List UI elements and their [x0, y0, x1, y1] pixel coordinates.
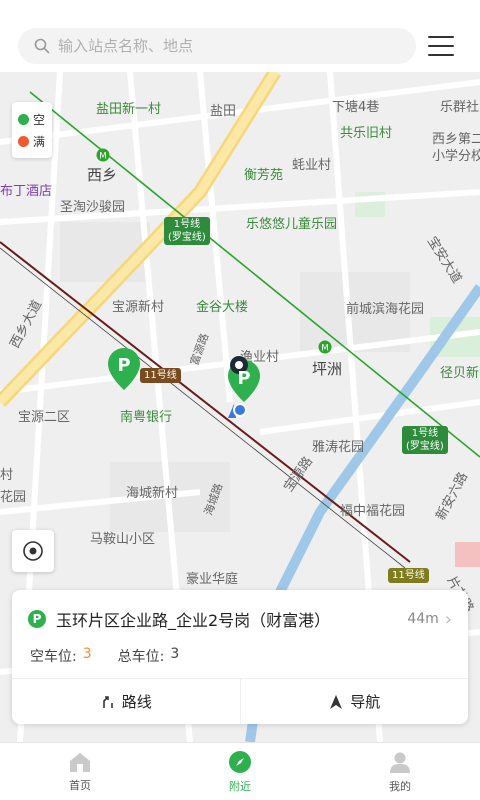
map-label-zhiyecun: 蚝业村: [292, 158, 332, 173]
metro-badge-line1: 1号线 (罗宝线): [164, 217, 210, 245]
top-bar: [0, 0, 480, 72]
navigation-arrow-icon: [330, 694, 343, 709]
map-label-haicheng: 海城新村: [126, 486, 179, 501]
tab-nearby[interactable]: 附近: [160, 743, 320, 800]
search-input[interactable]: [58, 37, 378, 55]
legend-empty-label: 空: [33, 112, 46, 127]
tab-home[interactable]: 首页: [0, 743, 160, 800]
map-label-nanyue-bank: 南粤银行: [120, 410, 173, 425]
map-label-shengtao: 圣淘沙骏园: [60, 200, 126, 215]
parking-marker-selected-icon[interactable]: P: [228, 354, 260, 402]
map-label-fuzhong: 福中福花园: [340, 504, 406, 519]
tab-nearby-label: 附近: [229, 779, 251, 793]
map-label-leyouyou: 乐悠悠儿童乐园: [246, 217, 338, 232]
user-icon: [390, 752, 410, 773]
map-label-jingu: 金谷大楼: [196, 300, 249, 315]
svg-text:M: M: [321, 344, 329, 354]
route-icon: [102, 695, 113, 708]
map-label-baoyuan-erqu: 宝源二区: [18, 410, 71, 425]
map-label-xiatang: 下塘4巷: [332, 100, 380, 115]
target-icon: [23, 541, 43, 561]
tab-mine-label: 我的: [389, 779, 411, 793]
map-label-baoyuan-xincun: 宝源新村: [112, 300, 165, 315]
station-card[interactable]: P 玉环片区企业路_企业2号岗（财富港） 44m › 空车位: 3 总车位: 3…: [12, 590, 468, 724]
metro-badge-line11-b: 11号线: [388, 568, 429, 583]
compass-icon: [229, 750, 251, 773]
map-label-leqiong: 乐群社: [440, 100, 480, 115]
map-label-cun: 村: [0, 468, 14, 483]
metro-station-icon: M: [96, 148, 110, 162]
empty-spaces-label: 空车位:: [30, 649, 77, 665]
map-label-huayuan: 花园: [0, 490, 27, 505]
tab-mine[interactable]: 我的: [320, 743, 480, 800]
legend-empty-dot: [18, 113, 29, 125]
metro-station-icon: M: [318, 340, 332, 354]
map-label-qiancheng: 前城滨海花园: [346, 302, 425, 317]
legend-full: 满: [18, 130, 46, 152]
map-label-jingbei: 径贝新: [440, 366, 480, 381]
user-location-icon: [228, 403, 247, 418]
metro-badge-line1-sub: (罗宝线): [168, 232, 206, 243]
station-distance: 44m: [407, 611, 439, 627]
search-bar[interactable]: [18, 28, 416, 64]
total-spaces-label: 总车位:: [117, 649, 165, 665]
legend-empty: 空: [18, 108, 46, 130]
metro-badge-line1-b: 1号线 (罗宝线): [402, 426, 448, 454]
map-label-hotel: 布丁酒店: [0, 184, 53, 199]
metro-badge-line1-b-sub: (罗宝线): [406, 441, 444, 452]
map-label-yantian-xinyicun: 盐田新一村: [96, 102, 162, 117]
metro-badge-line1-name: 1号线: [173, 219, 201, 230]
svg-text:P: P: [237, 368, 250, 389]
map-label-maanshan: 马鞍山小区: [90, 532, 156, 547]
station-title-row[interactable]: P 玉环片区企业路_企业2号岗（财富港） 44m ›: [28, 608, 452, 630]
parking-marker-icon[interactable]: P: [108, 348, 140, 390]
map-label-xixiang-school2: 小学分校: [432, 149, 480, 164]
legend-full-label: 满: [33, 134, 46, 149]
map-label-haocheng: 豪业华庭: [186, 572, 239, 587]
station-actions: 路线 导航: [12, 678, 468, 724]
chevron-right-icon[interactable]: ›: [445, 609, 452, 630]
map-label-yatao: 雅涛花园: [312, 440, 365, 455]
station-name: 玉环片区企业路_企业2号岗（财富港）: [56, 611, 331, 630]
metro-badge-line11: 11号线: [140, 368, 181, 383]
svg-text:M: M: [99, 152, 107, 162]
locate-button[interactable]: [12, 530, 54, 572]
svg-text:P: P: [117, 355, 130, 376]
map-label-xixiang: 西乡: [87, 166, 118, 184]
map-label-yantian: 盐田: [210, 104, 237, 119]
metro-badge-line1-b-name: 1号线: [411, 428, 439, 439]
tab-home-label: 首页: [69, 778, 91, 792]
route-label: 路线: [121, 693, 152, 711]
station-stats: 空车位: 3 总车位: 3: [30, 646, 179, 666]
map-label-pingzhou: 坪洲: [312, 360, 343, 378]
map-label-gongle: 共乐旧村: [340, 126, 393, 141]
map-legend: 空 满: [12, 102, 52, 158]
parking-badge-icon: P: [28, 610, 46, 628]
home-icon: [70, 752, 90, 772]
bottom-nav: 首页 附近 我的: [0, 742, 480, 800]
total-spaces-value: 3: [170, 646, 180, 662]
search-icon: [34, 38, 50, 54]
map-label-hengfang: 衡芳苑: [244, 168, 284, 183]
route-button[interactable]: 路线: [12, 679, 240, 724]
menu-icon[interactable]: [428, 36, 454, 56]
empty-spaces-value: 3: [82, 646, 92, 662]
legend-full-dot: [18, 135, 29, 147]
navigate-label: 导航: [350, 693, 381, 711]
navigate-button[interactable]: 导航: [239, 679, 469, 724]
